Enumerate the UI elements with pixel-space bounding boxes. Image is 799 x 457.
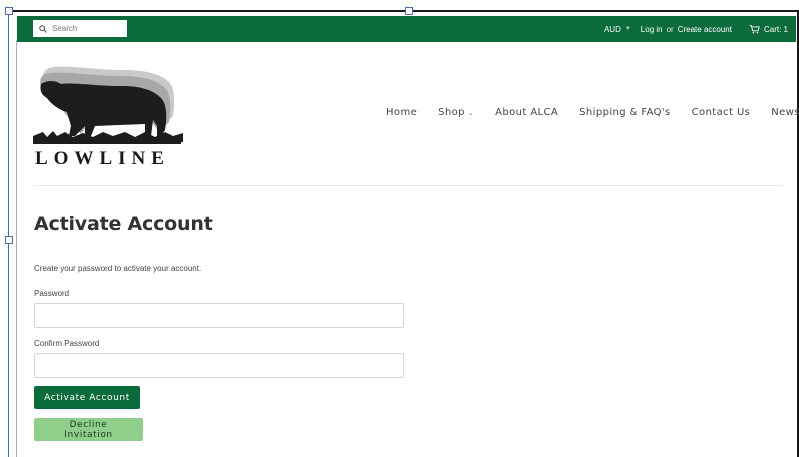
currency-selector[interactable]: AUD	[604, 25, 621, 34]
window-frame-left	[8, 10, 9, 457]
decline-invitation-button[interactable]: Decline Invitation	[34, 418, 143, 441]
create-account-link[interactable]: Create account	[678, 25, 732, 34]
activate-account-button[interactable]: Activate Account	[34, 386, 140, 409]
resize-handle-corner[interactable]	[5, 7, 13, 15]
page-description: Create your password to activate your ac…	[34, 264, 202, 273]
cart-label: Cart: 1	[763, 24, 788, 34]
cart-icon	[749, 24, 760, 33]
nav-item-shop-label: Shop	[438, 107, 465, 118]
password-label: Password	[34, 289, 70, 298]
or-text: or	[666, 24, 674, 34]
cart-link[interactable]: Cart: 1	[749, 25, 788, 34]
nav-item-home[interactable]: Home	[386, 107, 417, 118]
search-icon	[39, 24, 47, 33]
main-nav: Home Shop ⌄ About ALCA Shipping & FAQ's C…	[386, 107, 799, 118]
search-input[interactable]	[47, 21, 122, 36]
page-title: Activate Account	[34, 213, 213, 235]
account-links: AUD ▼ Log in or Create account Cart: 1	[604, 16, 796, 42]
password-field[interactable]	[34, 303, 404, 328]
nav-item-shop[interactable]: Shop ⌄	[438, 107, 474, 118]
nav-item-about[interactable]: About ALCA	[495, 107, 558, 118]
login-link[interactable]: Log in	[641, 25, 663, 34]
nav-item-shipping[interactable]: Shipping & FAQ's	[579, 107, 671, 118]
search-box[interactable]	[33, 20, 127, 37]
confirm-password-field[interactable]	[34, 353, 404, 378]
chevron-down-icon[interactable]: ▼	[625, 26, 631, 32]
nav-item-news[interactable]: News	[771, 107, 799, 118]
nav-item-contact[interactable]: Contact Us	[692, 107, 751, 118]
chevron-down-icon: ⌄	[467, 109, 475, 117]
confirm-password-label: Confirm Password	[34, 339, 100, 348]
top-bar: AUD ▼ Log in or Create account Cart: 1	[17, 16, 796, 42]
header-divider	[34, 185, 783, 186]
window-frame-inner-left	[16, 40, 17, 457]
logo-text[interactable]: LOWLINE	[35, 148, 170, 170]
window-frame-top	[8, 10, 799, 12]
resize-handle-left[interactable]	[5, 236, 13, 244]
resize-handle-top[interactable]	[405, 7, 413, 15]
